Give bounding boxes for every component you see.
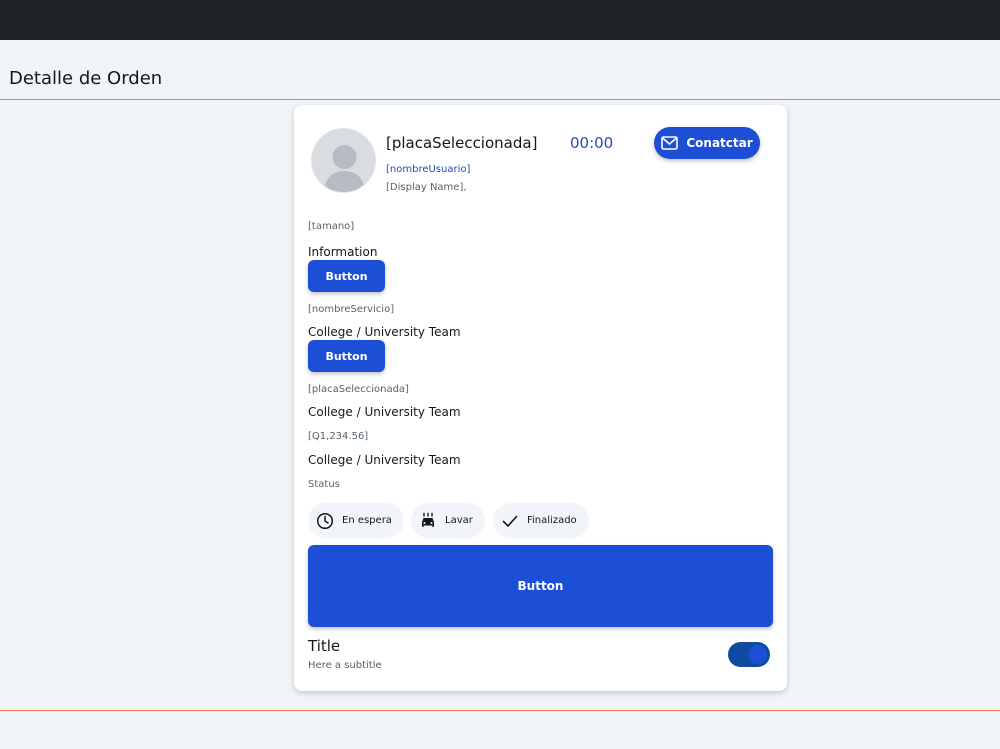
contact-button-label: Conatctar xyxy=(686,136,753,150)
footer-subtitle: Here a subtitle xyxy=(308,660,382,671)
price-label: [Q1,234.56] xyxy=(308,431,369,442)
selected-plate-title: [placaSeleccionada] xyxy=(386,134,538,152)
status-chip-label: En espera xyxy=(342,515,392,526)
check-icon xyxy=(502,515,518,527)
contact-button[interactable]: Conatctar xyxy=(654,127,760,159)
status-chip-label: Finalizado xyxy=(527,515,577,526)
size-label: [tamano] xyxy=(308,221,355,232)
avatar xyxy=(311,128,376,193)
size-action-button[interactable]: Button xyxy=(308,260,385,292)
top-app-bar xyxy=(0,0,1000,40)
service-action-button[interactable]: Button xyxy=(308,340,385,372)
mail-icon xyxy=(661,136,679,150)
clock-icon xyxy=(316,512,334,529)
header-divider xyxy=(0,99,1000,100)
status-label: Status xyxy=(308,479,340,490)
price-value: College / University Team xyxy=(308,453,461,467)
status-chip-finished[interactable]: Finalizado xyxy=(493,503,589,538)
service-label: [nombreServicio] xyxy=(308,304,395,315)
status-chip-waiting[interactable]: En espera xyxy=(308,503,404,538)
toggle-knob xyxy=(748,645,767,664)
person-silhouette-icon xyxy=(324,145,365,192)
main-action-button[interactable]: Button xyxy=(308,545,773,627)
timer: 00:00 xyxy=(570,134,614,152)
plate-label: [placaSeleccionada] xyxy=(308,384,409,395)
footer-title: Title xyxy=(308,637,341,655)
service-value: College / University Team xyxy=(308,325,461,339)
page-title: Detalle de Orden xyxy=(9,68,163,89)
status-chip-wash[interactable]: Lavar xyxy=(411,503,485,538)
size-value: Information xyxy=(308,245,378,259)
status-chip-label: Lavar xyxy=(445,515,473,526)
toggle-switch[interactable] xyxy=(728,642,770,667)
footer-divider xyxy=(0,710,1000,711)
display-name: [Display Name], xyxy=(386,182,467,193)
plate-value: College / University Team xyxy=(308,405,461,419)
order-detail-card: [placaSeleccionada] 00:00 Conatctar [nom… xyxy=(294,105,787,691)
car-wash-icon xyxy=(422,512,434,527)
username: [nombreUsuario] xyxy=(386,164,471,175)
